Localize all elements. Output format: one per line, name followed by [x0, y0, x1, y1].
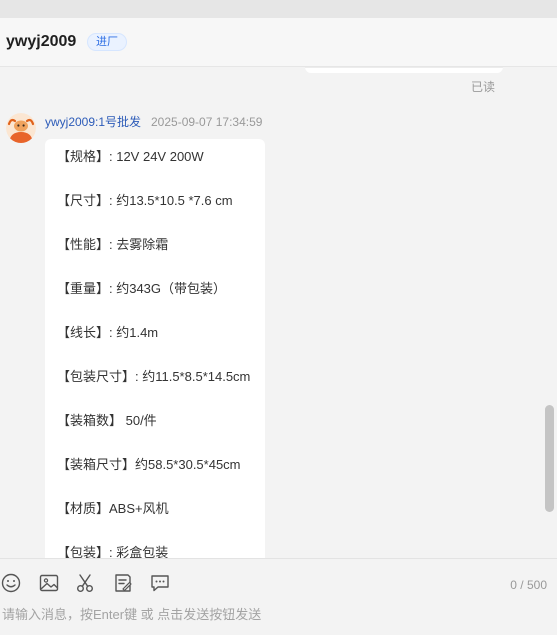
char-counter: 0 / 500	[510, 578, 547, 592]
chat-header: ywyj2009 进厂	[0, 18, 557, 67]
previous-message-bubble	[305, 67, 503, 73]
message-list[interactable]: 已读 ywyj2009:1号批发 2025-09-07 17:34:59 【规格…	[0, 67, 557, 558]
message-bubble[interactable]: 【规格】: 12V 24V 200W 【尺寸】: 约13.5*10.5 *7.6…	[45, 139, 265, 558]
scrollbar-thumb[interactable]	[545, 405, 554, 512]
spec-line: 【尺寸】: 约13.5*10.5 *7.6 cm	[57, 193, 233, 208]
contact-name: ywyj2009	[6, 33, 77, 50]
spec-line: 【装箱数】 50/件	[57, 413, 157, 428]
spec-line: 【性能】: 去雾除霜	[57, 237, 169, 252]
message-timestamp: 2025-09-07 17:34:59	[151, 115, 263, 129]
input-area: 0 / 500	[0, 558, 557, 635]
message-sender[interactable]: ywyj2009:1号批发	[45, 115, 141, 129]
avatar-image	[6, 113, 36, 143]
avatar[interactable]	[6, 113, 36, 143]
contact-badge[interactable]: 进厂	[87, 33, 127, 51]
spec-line: 【线长】: 约1.4m	[57, 325, 159, 340]
image-icon[interactable]	[38, 572, 60, 594]
read-status: 已读	[471, 80, 496, 94]
spec-line: 【包装尺寸】: 约11.5*8.5*14.5cm	[57, 369, 251, 384]
scissors-icon[interactable]	[74, 572, 96, 594]
message-input[interactable]	[0, 602, 557, 626]
quick-reply-icon[interactable]	[149, 572, 171, 594]
order-icon[interactable]	[112, 572, 134, 594]
spec-line: 【包装】: 彩盒包装	[57, 545, 169, 558]
spec-line: 【重量】: 约343G（带包装）	[57, 281, 227, 296]
top-strip	[0, 0, 557, 18]
spec-line: 【材质】ABS+风机	[57, 501, 169, 516]
emoji-icon[interactable]	[0, 572, 22, 594]
spec-line: 【规格】: 12V 24V 200W	[57, 149, 204, 164]
spec-line: 【装箱尺寸】约58.5*30.5*45cm	[57, 457, 241, 472]
